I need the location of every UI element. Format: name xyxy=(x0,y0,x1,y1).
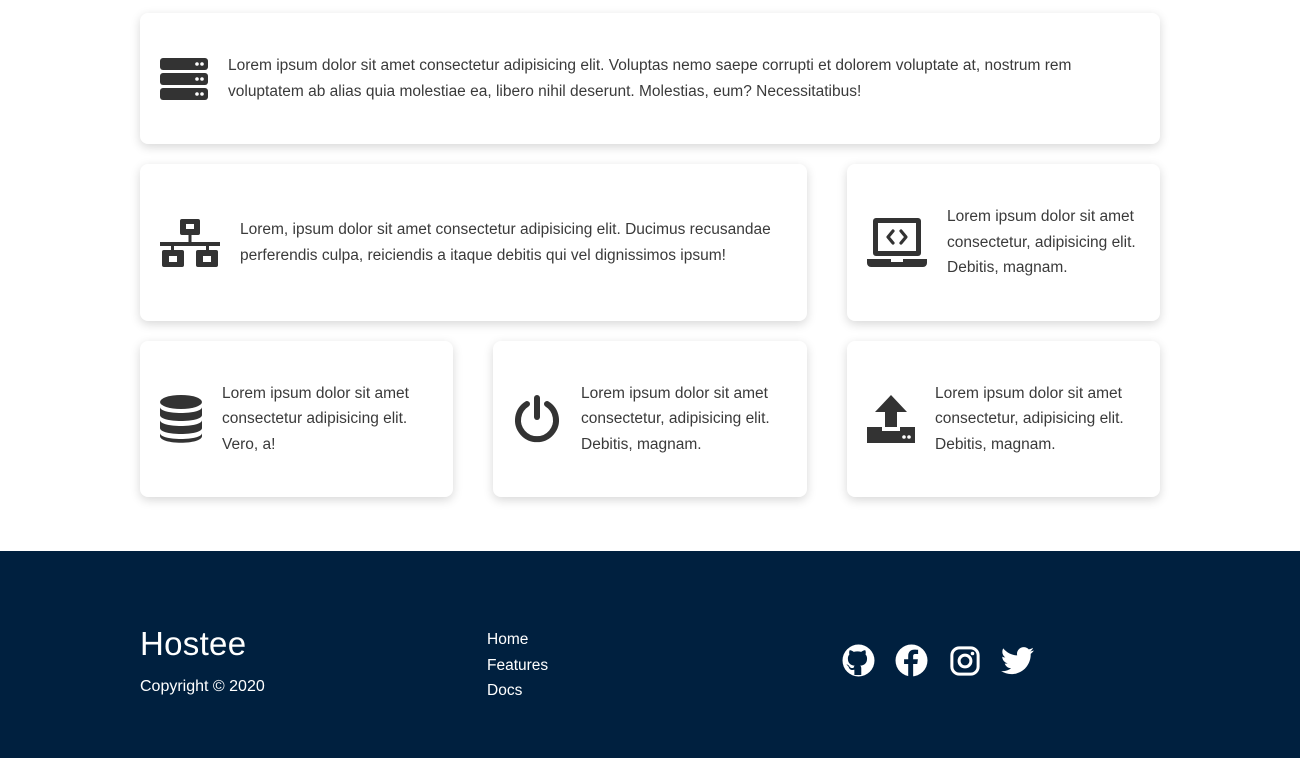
social-links xyxy=(842,644,1054,677)
facebook-icon[interactable] xyxy=(895,644,928,677)
feature-text: Lorem ipsum dolor sit amet consectetur, … xyxy=(581,384,770,453)
feature-card-database: Lorem ipsum dolor sit amet consectetur a… xyxy=(140,341,453,497)
github-icon[interactable] xyxy=(842,644,875,677)
feature-card-laptop: Lorem ipsum dolor sit amet consectetur, … xyxy=(847,164,1160,321)
feature-text: Lorem, ipsum dolor sit amet consectetur … xyxy=(240,221,771,264)
feature-card-power: Lorem ipsum dolor sit amet consectetur, … xyxy=(493,341,807,497)
power-icon xyxy=(513,395,561,443)
instagram-icon[interactable] xyxy=(948,644,981,677)
feature-card-server: Lorem ipsum dolor sit amet consectetur a… xyxy=(140,13,1160,144)
twitter-icon[interactable] xyxy=(1001,644,1034,677)
footer-link-features[interactable]: Features xyxy=(487,653,548,679)
footer-brand: Hostee xyxy=(140,625,247,662)
footer-link-home[interactable]: Home xyxy=(487,627,548,653)
server-icon xyxy=(160,57,208,100)
footer-nav: Home Features Docs xyxy=(487,627,548,704)
feature-text: Lorem ipsum dolor sit amet consectetur a… xyxy=(222,384,409,453)
laptop-code-icon xyxy=(867,217,927,268)
footer-copyright: Copyright © 2020 xyxy=(140,678,265,695)
features-section: Lorem ipsum dolor sit amet consectetur a… xyxy=(0,0,1300,551)
feature-card-network: Lorem, ipsum dolor sit amet consectetur … xyxy=(140,164,807,321)
footer: Hostee Copyright © 2020 Home Features Do… xyxy=(0,551,1300,758)
feature-text: Lorem ipsum dolor sit amet consectetur, … xyxy=(947,208,1136,277)
network-icon xyxy=(160,218,220,267)
footer-link-docs[interactable]: Docs xyxy=(487,678,548,704)
feature-card-upload: Lorem ipsum dolor sit amet consectetur, … xyxy=(847,341,1160,497)
database-icon xyxy=(160,395,202,443)
upload-icon xyxy=(867,395,915,443)
feature-text: Lorem ipsum dolor sit amet consectetur, … xyxy=(935,384,1124,453)
feature-text: Lorem ipsum dolor sit amet consectetur a… xyxy=(228,57,1072,100)
